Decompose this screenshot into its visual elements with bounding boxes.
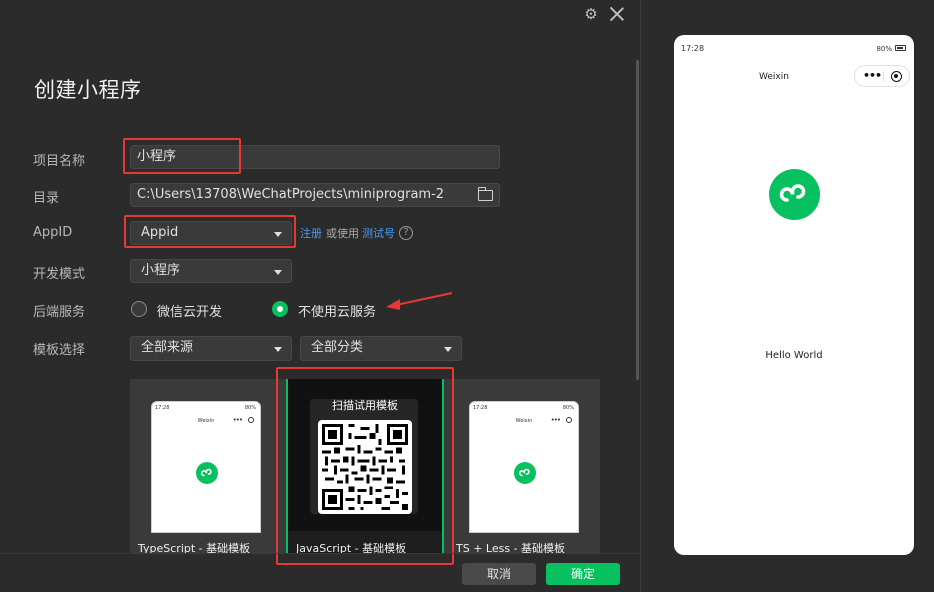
target-icon bbox=[248, 417, 254, 423]
capsule-divider bbox=[883, 71, 884, 82]
mini-title: Weixin bbox=[197, 418, 215, 424]
test-account-link[interactable]: 测试号 bbox=[362, 225, 395, 241]
template-category-select[interactable]: 全部分类 bbox=[300, 336, 462, 361]
directory-path: C:\Users\13708\WeChatProjects\miniprogra… bbox=[137, 187, 445, 202]
help-icon[interactable]: ? bbox=[399, 226, 413, 240]
more-icon: ••• bbox=[232, 416, 243, 424]
project-name-label: 项目名称 bbox=[33, 154, 86, 169]
scan-overlay: 扫描试用模板 bbox=[288, 379, 442, 531]
register-link[interactable]: 注册 bbox=[300, 225, 322, 241]
scan-title: 扫描试用模板 bbox=[332, 399, 398, 412]
red-arrow-annotation bbox=[386, 292, 453, 310]
chevron-down-icon bbox=[274, 347, 282, 352]
close-miniprogram-icon[interactable] bbox=[891, 71, 902, 82]
status-time: 17:28 bbox=[681, 44, 705, 53]
hello-world-text: Hello World bbox=[765, 350, 823, 361]
template-card-label: JavaScript - 基础模板 bbox=[296, 542, 407, 554]
preview-pane: 17:28 80% Weixin ••• Hello World bbox=[640, 0, 934, 592]
template-card-label: TS + Less - 基础模板 bbox=[456, 542, 566, 554]
mini-battery: 80% bbox=[244, 405, 256, 411]
scrollbar[interactable] bbox=[636, 60, 639, 380]
template-card-ts-less[interactable]: 17:28 80% Weixin ••• TS + Less - 基础模板 bbox=[450, 379, 590, 554]
gear-icon[interactable]: ⚙ bbox=[583, 6, 599, 22]
battery-icon bbox=[895, 45, 906, 51]
target-icon bbox=[566, 417, 572, 423]
radio-no-cloud[interactable] bbox=[272, 301, 288, 317]
template-preview-phone: 17:28 80% Weixin ••• bbox=[469, 401, 579, 533]
chevron-down-icon bbox=[274, 270, 282, 275]
close-icon[interactable] bbox=[607, 4, 627, 24]
template-gallery: 17:28 80% Weixin ••• TypeScript - 基础模板 扫… bbox=[130, 379, 600, 554]
cancel-button[interactable]: 取消 bbox=[462, 563, 536, 585]
miniprogram-logo-icon bbox=[514, 462, 536, 484]
appid-select[interactable]: Appid bbox=[130, 221, 292, 245]
template-source-value: 全部来源 bbox=[141, 340, 194, 355]
chevron-down-icon bbox=[274, 232, 282, 237]
radio-cloud-dev[interactable] bbox=[131, 301, 147, 317]
template-label: 模板选择 bbox=[33, 343, 86, 358]
appid-label: AppID bbox=[33, 225, 73, 240]
miniprogram-logo-icon bbox=[196, 462, 218, 484]
app-root: ⚙ 创建小程序 项目名称 小程序 目录 C:\Users\13708\WeCha… bbox=[0, 0, 934, 592]
template-category-value: 全部分类 bbox=[311, 340, 364, 355]
template-card-typescript[interactable]: 17:28 80% Weixin ••• TypeScript - 基础模板 bbox=[130, 379, 270, 554]
dev-mode-value: 小程序 bbox=[141, 263, 181, 278]
miniprogram-logo-icon bbox=[769, 169, 820, 220]
or-use-text: 或使用 bbox=[326, 227, 359, 240]
chevron-down-icon bbox=[444, 347, 452, 352]
mini-time: 17:28 bbox=[155, 405, 170, 411]
mini-time: 17:28 bbox=[473, 405, 488, 411]
appid-value: Appid bbox=[141, 225, 179, 240]
preview-phone: 17:28 80% Weixin ••• Hello World bbox=[674, 35, 914, 555]
more-icon[interactable]: ••• bbox=[863, 69, 882, 82]
template-preview-phone: 17:28 80% Weixin ••• bbox=[151, 401, 261, 533]
backend-label: 后端服务 bbox=[33, 305, 86, 320]
folder-icon[interactable] bbox=[477, 187, 493, 201]
radio-cloud-dev-label[interactable]: 微信云开发 bbox=[157, 301, 222, 320]
template-card-javascript[interactable]: 扫描试用模板 JavaScript - 基础模板 bbox=[286, 379, 444, 554]
template-card-label: TypeScript - 基础模板 bbox=[138, 542, 251, 554]
dev-mode-select[interactable]: 小程序 bbox=[130, 259, 292, 283]
status-battery: 80% bbox=[876, 45, 892, 53]
mini-title: Weixin bbox=[515, 418, 533, 424]
dev-mode-label: 开发模式 bbox=[33, 267, 86, 282]
directory-label: 目录 bbox=[33, 191, 60, 206]
radio-no-cloud-label[interactable]: 不使用云服务 bbox=[298, 301, 376, 320]
dialog-title: 创建小程序 bbox=[34, 78, 142, 102]
confirm-button[interactable]: 确定 bbox=[546, 563, 620, 585]
template-source-select[interactable]: 全部来源 bbox=[130, 336, 292, 361]
create-miniprogram-dialog: ⚙ 创建小程序 项目名称 小程序 目录 C:\Users\13708\WeCha… bbox=[0, 0, 640, 592]
more-icon: ••• bbox=[550, 416, 561, 424]
footer-divider bbox=[0, 553, 640, 554]
directory-input[interactable]: C:\Users\13708\WeChatProjects\miniprogra… bbox=[130, 183, 500, 207]
qr-code-icon bbox=[318, 420, 412, 514]
mini-battery: 80% bbox=[562, 405, 574, 411]
project-name-input[interactable]: 小程序 bbox=[130, 145, 500, 169]
capsule-menu[interactable]: ••• bbox=[854, 65, 910, 87]
